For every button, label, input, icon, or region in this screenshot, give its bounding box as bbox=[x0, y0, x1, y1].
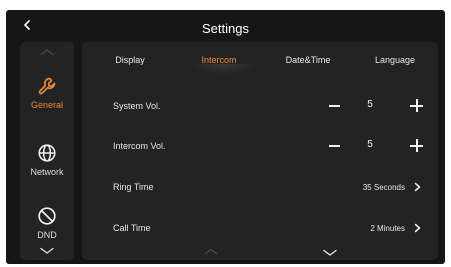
panel-scroll-down-button[interactable] bbox=[322, 249, 338, 257]
sidebar-item-label: DND bbox=[37, 230, 57, 240]
call-time-chevron[interactable] bbox=[412, 222, 422, 234]
sidebar-item-label: Network bbox=[30, 167, 64, 177]
ring-time-label: Ring Time bbox=[113, 182, 154, 192]
globe-icon bbox=[38, 144, 56, 162]
sidebar-scroll-down-button[interactable] bbox=[20, 247, 74, 255]
sidebar-item-general[interactable]: General bbox=[20, 76, 74, 110]
do-not-disturb-icon bbox=[38, 207, 56, 225]
sidebar: General Network DND bbox=[20, 42, 74, 260]
chevron-up-icon bbox=[204, 248, 218, 255]
sidebar-item-dnd[interactable]: DND bbox=[20, 206, 74, 240]
tab-active-indicator bbox=[190, 64, 258, 74]
sidebar-item-network[interactable]: Network bbox=[20, 143, 74, 177]
wrench-icon bbox=[38, 77, 56, 95]
call-time-label: Call Time bbox=[113, 223, 151, 233]
call-time-value[interactable]: 2 Minutes bbox=[325, 224, 405, 233]
tab-language[interactable]: Language bbox=[365, 55, 425, 65]
tab-date-time[interactable]: Date&Time bbox=[278, 55, 338, 65]
sidebar-scroll-up-button[interactable] bbox=[20, 48, 74, 56]
sidebar-item-label: General bbox=[30, 100, 64, 110]
system-vol-value: 5 bbox=[367, 99, 373, 110]
settings-screen: Settings General Network DND Display Int… bbox=[6, 10, 445, 264]
settings-panel: Display Intercom Date&Time Language Syst… bbox=[82, 42, 438, 260]
system-vol-increase-button[interactable] bbox=[410, 99, 423, 112]
chevron-right-icon bbox=[414, 223, 420, 233]
page-title: Settings bbox=[202, 21, 249, 36]
ring-time-value[interactable]: 35 Seconds bbox=[325, 183, 405, 192]
chevron-down-icon bbox=[40, 247, 54, 254]
chevron-up-icon bbox=[40, 49, 54, 56]
tab-display[interactable]: Display bbox=[104, 55, 156, 65]
intercom-vol-decrease-button[interactable] bbox=[329, 145, 340, 147]
ring-time-chevron[interactable] bbox=[412, 181, 422, 193]
intercom-vol-label: Intercom Vol. bbox=[113, 141, 166, 151]
system-vol-decrease-button[interactable] bbox=[329, 105, 340, 107]
system-vol-label: System Vol. bbox=[113, 101, 161, 111]
chevron-right-icon bbox=[414, 182, 420, 192]
chevron-down-icon bbox=[323, 249, 337, 256]
intercom-vol-increase-button[interactable] bbox=[410, 139, 423, 152]
intercom-vol-value: 5 bbox=[367, 139, 373, 150]
panel-scroll-up-button[interactable] bbox=[204, 248, 218, 255]
